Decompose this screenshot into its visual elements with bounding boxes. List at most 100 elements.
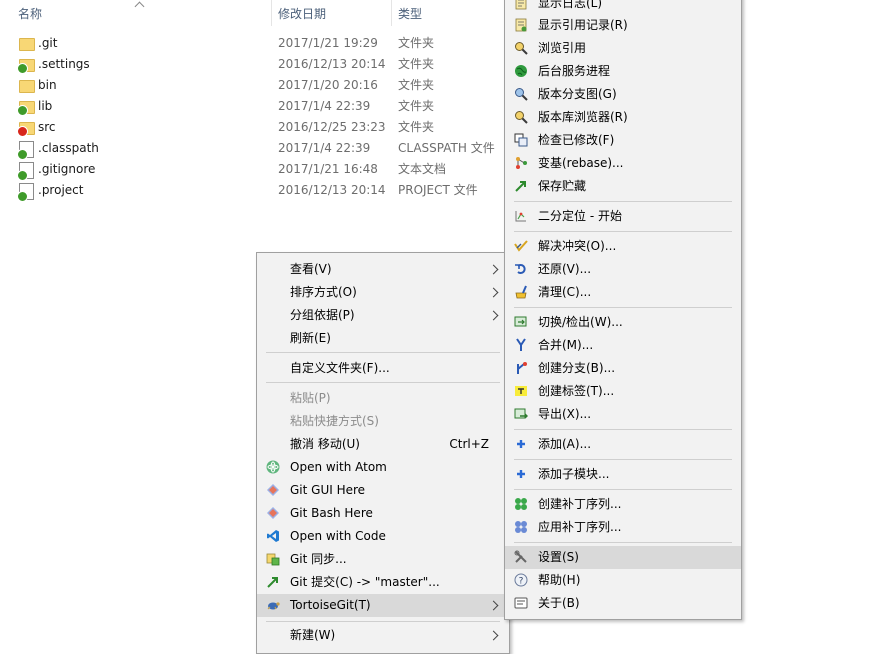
- menu-item-rebase[interactable]: 变基(rebase)...: [505, 152, 741, 175]
- file-row[interactable]: bin 2017/1/20 20:16 文件夹: [0, 75, 500, 96]
- menu-item-bisect-start[interactable]: 二分定位 - 开始: [505, 205, 741, 228]
- file-row[interactable]: .project 2016/12/13 20:14 PROJECT 文件: [0, 180, 500, 202]
- menu-item-label: 保存贮藏: [538, 179, 587, 193]
- menu-item-label: 二分定位 - 开始: [538, 209, 622, 223]
- rebase-icon: [514, 156, 528, 170]
- menu-item-revision-graph[interactable]: 版本分支图(G): [505, 83, 741, 106]
- chevron-right-icon: [488, 310, 499, 321]
- menu-item-revert[interactable]: 还原(V)...: [505, 258, 741, 281]
- menu-item-new[interactable]: 新建(W): [257, 624, 509, 647]
- file-row[interactable]: lib 2017/1/4 22:39 文件夹: [0, 96, 500, 117]
- column-divider[interactable]: [391, 0, 392, 26]
- menu-item-paste-shortcut[interactable]: 粘贴快捷方式(S): [257, 410, 509, 433]
- atom-icon: [266, 460, 280, 474]
- menu-item-about[interactable]: 关于(B): [505, 592, 741, 615]
- context-menu: 查看(V) 排序方式(O) 分组依据(P) 刷新(E) 自定义文件夹(F)...…: [256, 252, 510, 654]
- menu-item-resolve[interactable]: 解决冲突(O)...: [505, 235, 741, 258]
- file-name: bin: [38, 78, 57, 92]
- menu-item-daemon[interactable]: 后台服务进程: [505, 60, 741, 83]
- menu-item-sort[interactable]: 排序方式(O): [257, 281, 509, 304]
- menu-item-stash-save[interactable]: 保存贮藏: [505, 175, 741, 198]
- menu-item-label: 新建(W): [290, 628, 336, 642]
- menu-item-label: 自定义文件夹(F)...: [290, 361, 390, 375]
- resolve-icon: [514, 239, 528, 253]
- file-name: .project: [38, 183, 84, 197]
- column-header-name[interactable]: 名称: [18, 0, 42, 28]
- menu-item-repo-browser[interactable]: 版本库浏览器(R): [505, 106, 741, 129]
- menu-item-show-reflog[interactable]: 显示引用记录(R): [505, 14, 741, 37]
- menu-item-label: 创建标签(T)...: [538, 384, 615, 398]
- menu-separator: [514, 429, 732, 430]
- menu-item-check-modified[interactable]: 检查已修改(F): [505, 129, 741, 152]
- menu-item-label: 添加(A)...: [538, 437, 592, 451]
- menu-item-label: 显示日志(L): [538, 0, 603, 10]
- menu-item-show-log[interactable]: 显示日志(L): [505, 0, 741, 15]
- menu-item-add-submodule[interactable]: 添加子模块...: [505, 463, 741, 486]
- column-header-date[interactable]: 修改日期: [278, 0, 326, 28]
- menu-item-label: Git 同步...: [290, 552, 347, 566]
- file-date: 2017/1/4 22:39: [278, 99, 371, 113]
- menu-item-settings[interactable]: 设置(S): [505, 546, 741, 569]
- file-row[interactable]: .gitignore 2017/1/21 16:48 文本文档: [0, 159, 500, 181]
- menu-item-git-sync[interactable]: Git 同步...: [257, 548, 509, 571]
- file-type: 文本文档: [398, 162, 447, 176]
- file-name: lib: [38, 99, 53, 113]
- menu-item-label: 分组依据(P): [290, 308, 355, 322]
- file-row[interactable]: .settings 2016/12/13 20:14 文件夹: [0, 54, 500, 75]
- menu-item-merge[interactable]: 合并(M)...: [505, 334, 741, 357]
- check-modified-icon: [514, 133, 528, 147]
- menu-item-help[interactable]: ? 帮助(H): [505, 569, 741, 592]
- add-submodule-icon: [514, 467, 528, 481]
- menu-item-add[interactable]: 添加(A)...: [505, 433, 741, 456]
- file-row[interactable]: .classpath 2017/1/4 22:39 CLASSPATH 文件: [0, 138, 500, 160]
- menu-item-label: 排序方式(O): [290, 285, 357, 299]
- menu-item-git-gui[interactable]: Git GUI Here: [257, 479, 509, 502]
- menu-item-tortoisegit[interactable]: TortoiseGit(T): [257, 594, 509, 617]
- menu-item-create-branch[interactable]: 创建分支(B)...: [505, 357, 741, 380]
- help-icon: ?: [514, 573, 528, 587]
- column-divider[interactable]: [271, 0, 272, 26]
- menu-item-refresh[interactable]: 刷新(E): [257, 327, 509, 350]
- menu-item-label: 合并(M)...: [538, 338, 594, 352]
- export-icon: [514, 407, 528, 421]
- folder-icon: [17, 59, 35, 74]
- file-icon: [17, 162, 34, 181]
- menu-item-git-commit[interactable]: Git 提交(C) -> "master"...: [257, 571, 509, 594]
- show-reflog-icon: [514, 18, 528, 32]
- menu-item-create-patch[interactable]: 创建补丁序列...: [505, 493, 741, 516]
- menu-item-customize-folder[interactable]: 自定义文件夹(F)...: [257, 357, 509, 380]
- commit-arrow-icon: [266, 575, 280, 589]
- browse-refs-icon: [514, 41, 528, 55]
- menu-item-undo-move[interactable]: 撤消 移动(U) Ctrl+Z: [257, 433, 509, 456]
- create-patch-icon: [514, 497, 528, 511]
- file-row[interactable]: .git 2017/1/21 19:29 文件夹: [0, 33, 500, 54]
- menu-item-apply-patch[interactable]: 应用补丁序列...: [505, 516, 741, 539]
- repo-browser-icon: [514, 110, 528, 124]
- menu-item-label: 后台服务进程: [538, 64, 611, 78]
- create-branch-icon: [514, 361, 528, 375]
- menu-item-browse-refs[interactable]: 浏览引用: [505, 37, 741, 60]
- menu-item-paste[interactable]: 粘贴(P): [257, 387, 509, 410]
- menu-item-open-code[interactable]: Open with Code: [257, 525, 509, 548]
- menu-item-label: 检查已修改(F): [538, 133, 615, 147]
- menu-separator: [514, 459, 732, 460]
- menu-item-view[interactable]: 查看(V): [257, 258, 509, 281]
- file-type: PROJECT 文件: [398, 183, 478, 197]
- merge-icon: [514, 338, 528, 352]
- file-row[interactable]: src 2016/12/25 23:23 文件夹: [0, 117, 500, 138]
- menu-item-cleanup[interactable]: 清理(C)...: [505, 281, 741, 304]
- menu-item-label: 应用补丁序列...: [538, 520, 622, 534]
- file-date: 2017/1/21 19:29: [278, 36, 378, 50]
- menu-item-export[interactable]: 导出(X)...: [505, 403, 741, 426]
- menu-item-group[interactable]: 分组依据(P): [257, 304, 509, 327]
- menu-item-open-atom[interactable]: Open with Atom: [257, 456, 509, 479]
- add-icon: [514, 437, 528, 451]
- menu-item-create-tag[interactable]: 创建标签(T)...: [505, 380, 741, 403]
- switch-checkout-icon: [514, 315, 528, 329]
- menu-item-git-bash[interactable]: Git Bash Here: [257, 502, 509, 525]
- tortoisegit-submenu: 显示日志(L) 显示引用记录(R) 浏览引用 后台服务进程 版本分支图(G) 版…: [504, 0, 742, 620]
- chevron-right-icon: [488, 287, 499, 298]
- menu-item-label: 撤消 移动(U): [290, 437, 360, 451]
- column-header-type[interactable]: 类型: [398, 0, 422, 28]
- menu-item-switch-checkout[interactable]: 切换/检出(W)...: [505, 311, 741, 334]
